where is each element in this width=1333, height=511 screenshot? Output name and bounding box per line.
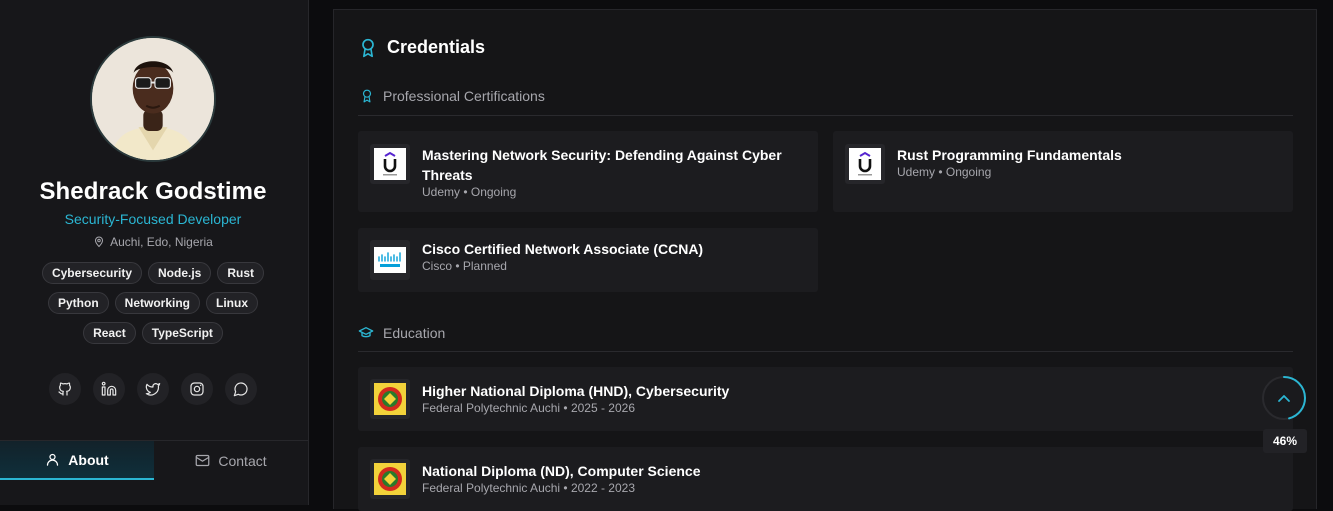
skill-tag: Networking [114,292,200,314]
certifications-heading-text: Professional Certifications [383,88,545,104]
chat-link[interactable] [225,373,257,405]
certification-meta: Cisco • Planned [422,259,507,273]
award-icon [362,38,374,57]
instagram-link[interactable] [181,373,213,405]
graduation-cap-icon [358,327,374,338]
profile-name: Shedrack Godstime [39,178,267,205]
page-title: Credentials [387,37,486,57]
avatar-photo [92,38,214,160]
udemy-logo [370,144,410,184]
award-icon [362,89,372,103]
udemy-icon [383,151,397,176]
certification-title: Cisco Certified Network Associate (CCNA) [422,241,704,257]
udemy-logo-mark [849,148,881,180]
cisco-logo [370,240,410,280]
profile-role: Security-Focused Developer [64,211,242,227]
education-card[interactable]: National Diploma (ND), Computer Science … [358,447,1293,511]
certification-title: Rust Programming Fundamentals [897,147,1122,163]
tab-about-label: About [68,451,109,468]
profile-tabs: About Contact [0,440,308,480]
profile-location: Auchi, Edo, Nigeria [0,235,306,249]
certification-meta: Udemy • Ongoing [422,185,517,199]
polytechnic-crest [370,459,410,499]
social-links [0,373,306,405]
github-icon [58,382,71,396]
chat-icon [233,382,248,397]
education-meta: Federal Polytechnic Auchi • 2025 - 2026 [422,401,635,415]
certification-title: Mastering Network Security: Defending Ag… [422,147,782,183]
skill-tag: TypeScript [141,322,223,344]
scroll-to-top-button[interactable] [1261,375,1307,421]
skill-tag: Cybersecurity [41,262,143,284]
scroll-progress-ring [1262,376,1306,420]
skill-tag: Linux [206,292,258,314]
education-heading: Education [358,325,445,341]
polytechnic-crest [370,379,410,419]
skill-tags-row-3: React TypeScript [0,322,306,344]
crest-icon [374,383,406,415]
user-icon [47,453,59,466]
linkedin-link[interactable] [93,373,125,405]
divider [358,351,1293,352]
skill-tag: Node.js [148,262,212,284]
credentials-panel: Credentials Professional Certifications … [333,9,1317,511]
tab-about[interactable]: About [0,441,154,480]
tab-contact-label: Contact [218,452,267,469]
education-title: Higher National Diploma (HND), Cybersecu… [422,383,730,399]
credentials-header: Credentials [358,37,485,58]
twitter-link[interactable] [137,373,169,405]
divider [358,115,1293,116]
cisco-logo-mark [374,247,406,273]
avatar [90,36,216,162]
crest-icon [374,463,406,495]
certification-meta: Udemy • Ongoing [897,165,992,179]
certification-card[interactable]: Cisco Certified Network Associate (CCNA)… [358,228,818,292]
udemy-logo [845,144,885,184]
mail-icon [196,454,210,467]
location-pin-icon [95,236,104,248]
udemy-icon [858,151,872,176]
udemy-logo-mark [374,148,406,180]
instagram-icon [190,382,204,396]
linkedin-icon [101,381,117,396]
tab-contact[interactable]: Contact [154,441,308,480]
scroll-progress-label: 46% [1263,429,1307,453]
education-meta: Federal Polytechnic Auchi • 2022 - 2023 [422,481,635,495]
skill-tag: Rust [217,262,265,284]
skill-tag: Python [47,292,109,314]
education-heading-text: Education [383,325,446,341]
github-link[interactable] [49,373,81,405]
cisco-icon [378,252,401,267]
certification-card[interactable]: Rust Programming Fundamentals Udemy • On… [833,131,1293,212]
education-card[interactable]: Higher National Diploma (HND), Cybersecu… [358,367,1293,431]
skill-tags-row-2: Python Networking Linux [0,292,306,314]
skill-tags-row-1: Cybersecurity Node.js Rust [0,262,306,284]
location-text: Auchi, Edo, Nigeria [110,235,213,249]
profile-sidebar: Shedrack Godstime Security-Focused Devel… [0,0,309,505]
skill-tag: React [83,322,136,344]
certifications-heading: Professional Certifications [360,88,545,104]
education-title: National Diploma (ND), Computer Science [422,463,701,479]
certification-card[interactable]: Mastering Network Security: Defending Ag… [358,131,818,212]
twitter-icon [145,383,161,396]
